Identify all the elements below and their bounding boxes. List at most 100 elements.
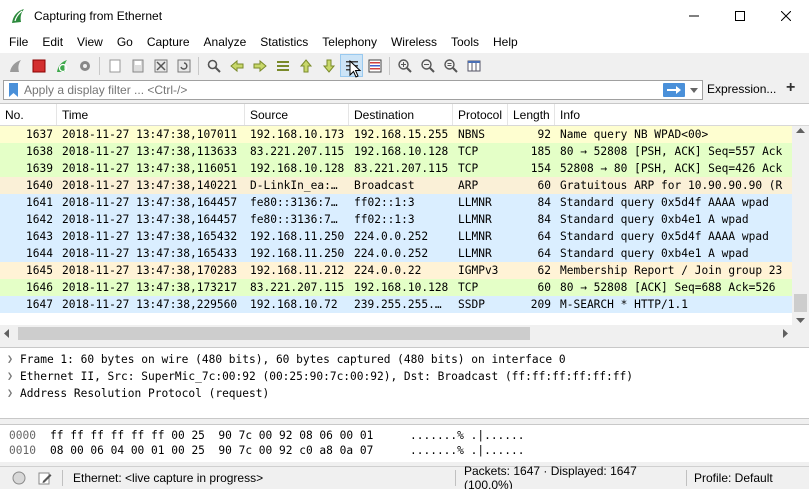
packet-cell-src: 83.221.207.115 bbox=[250, 281, 345, 294]
detail-row-frame[interactable]: ❯ Frame 1: 60 bytes on wire (480 bits), … bbox=[0, 351, 809, 368]
stop-capture-button[interactable] bbox=[27, 54, 50, 77]
menu-tools[interactable]: Tools bbox=[444, 31, 486, 53]
scrollbar-corner bbox=[792, 325, 809, 341]
expand-arrow-icon[interactable]: ❯ bbox=[0, 368, 20, 385]
capture-comment-button[interactable] bbox=[36, 469, 54, 487]
packet-cell-src: 192.168.10.128 bbox=[250, 162, 345, 175]
column-header-time[interactable]: Time bbox=[57, 104, 245, 125]
scroll-left-icon[interactable] bbox=[4, 329, 9, 338]
menu-view[interactable]: View bbox=[70, 31, 110, 53]
column-header-length[interactable]: Length bbox=[508, 104, 555, 125]
packet-cell-proto: LLMNR bbox=[458, 196, 492, 209]
packet-row[interactable]: 1640 2018-11-27 13:47:38,140221 D-LinkIn_e… bbox=[0, 177, 809, 194]
column-header-source[interactable]: Source bbox=[245, 104, 349, 125]
expand-arrow-icon[interactable]: ❯ bbox=[0, 385, 20, 402]
maximize-button[interactable] bbox=[717, 0, 763, 31]
go-forward-button[interactable] bbox=[248, 54, 271, 77]
packet-cell-time: 2018-11-27 13:47:38,107011 bbox=[62, 128, 238, 141]
packet-row[interactable]: 1642 2018-11-27 13:47:38,164457 fe80::3136… bbox=[0, 211, 809, 228]
vertical-scrollbar[interactable] bbox=[792, 126, 809, 325]
packet-row[interactable]: 1637 2018-11-27 13:47:38,107011 192.168.10… bbox=[0, 126, 809, 143]
normal-size-button[interactable] bbox=[439, 54, 462, 77]
packet-rows: 1637 2018-11-27 13:47:38,107011 192.168.10… bbox=[0, 126, 809, 313]
menu-analyze[interactable]: Analyze bbox=[197, 31, 254, 53]
title-bar: Capturing from Ethernet bbox=[0, 0, 809, 31]
bytes-ascii[interactable]: .......% .|...... bbox=[410, 443, 530, 458]
vertical-scroll-thumb[interactable] bbox=[794, 294, 807, 312]
detail-row-arp[interactable]: ❯ Address Resolution Protocol (request) bbox=[0, 385, 809, 402]
open-file-button[interactable] bbox=[103, 54, 126, 77]
shark-fin-icon bbox=[9, 59, 21, 72]
find-packet-button[interactable] bbox=[202, 54, 225, 77]
arrow-down-icon bbox=[322, 59, 335, 73]
packet-cell-info: Standard query 0xb4e1 A wpad bbox=[560, 213, 749, 226]
close-window-button[interactable] bbox=[763, 0, 809, 31]
packet-row[interactable]: 1641 2018-11-27 13:47:38,164457 fe80::3136… bbox=[0, 194, 809, 211]
capture-options-button[interactable] bbox=[73, 54, 96, 77]
packet-row[interactable]: 1643 2018-11-27 13:47:38,165432 192.168.11… bbox=[0, 228, 809, 245]
menu-go[interactable]: Go bbox=[110, 31, 140, 53]
first-packet-button[interactable] bbox=[294, 54, 317, 77]
packet-cell-time: 2018-11-27 13:47:38,140221 bbox=[62, 179, 238, 192]
packet-row[interactable]: 1638 2018-11-27 13:47:38,113633 83.221.207… bbox=[0, 143, 809, 160]
detail-row-ethernet[interactable]: ❯ Ethernet II, Src: SuperMic_7c:00:92 (0… bbox=[0, 368, 809, 385]
menu-help[interactable]: Help bbox=[486, 31, 525, 53]
packet-row[interactable]: 1639 2018-11-27 13:47:38,116051 192.168.10… bbox=[0, 160, 809, 177]
scroll-down-icon[interactable] bbox=[796, 318, 805, 323]
menu-capture[interactable]: Capture bbox=[140, 31, 197, 53]
expression-button[interactable]: Expression... bbox=[707, 82, 776, 96]
packet-cell-time: 2018-11-27 13:47:38,165432 bbox=[62, 230, 238, 243]
zoom-in-button[interactable] bbox=[393, 54, 416, 77]
packet-cell-no: 1638 bbox=[26, 145, 53, 158]
packet-cell-len: 60 bbox=[537, 179, 551, 192]
zoom-out-button[interactable] bbox=[416, 54, 439, 77]
packet-row[interactable]: 1645 2018-11-27 13:47:38,170283 192.168.11… bbox=[0, 262, 809, 279]
menu-statistics[interactable]: Statistics bbox=[253, 31, 315, 53]
bytes-hex[interactable]: 08 00 06 04 00 01 00 25 90 7c 00 92 c0 a… bbox=[50, 443, 410, 458]
bytes-ascii[interactable]: .......% .|...... bbox=[410, 428, 530, 443]
bytes-offset: 0010 bbox=[9, 444, 36, 457]
restart-capture-button[interactable] bbox=[50, 54, 73, 77]
add-filter-button[interactable]: + bbox=[786, 79, 795, 97]
close-file-button[interactable] bbox=[149, 54, 172, 77]
menu-file[interactable]: File bbox=[2, 31, 35, 53]
packet-row[interactable]: 1646 2018-11-27 13:47:38,173217 83.221.207… bbox=[0, 279, 809, 296]
go-back-button[interactable] bbox=[225, 54, 248, 77]
menu-telephony[interactable]: Telephony bbox=[315, 31, 384, 53]
bytes-hex[interactable]: ff ff ff ff ff ff 00 25 90 7c 00 92 08 0… bbox=[50, 428, 410, 443]
apply-filter-button[interactable] bbox=[663, 83, 685, 97]
minimize-button[interactable] bbox=[671, 0, 717, 31]
expand-arrow-icon[interactable]: ❯ bbox=[0, 351, 20, 368]
colorize-button[interactable] bbox=[363, 54, 386, 77]
packet-cell-info: Gratuitous ARP for 10.90.90.90 (R bbox=[560, 179, 783, 192]
packet-cell-time: 2018-11-27 13:47:38,164457 bbox=[62, 196, 238, 209]
reload-file-button[interactable] bbox=[172, 54, 195, 77]
toolbar-separator bbox=[389, 56, 390, 75]
column-header-no[interactable]: No. bbox=[0, 104, 57, 125]
packet-row[interactable]: 1644 2018-11-27 13:47:38,165433 192.168.11… bbox=[0, 245, 809, 262]
status-profile[interactable]: Profile: Default bbox=[694, 471, 773, 485]
resize-columns-button[interactable] bbox=[462, 54, 485, 77]
filter-history-dropdown[interactable] bbox=[688, 81, 700, 99]
last-packet-button[interactable] bbox=[317, 54, 340, 77]
column-header-protocol[interactable]: Protocol bbox=[453, 104, 508, 125]
expert-info-button[interactable] bbox=[10, 469, 28, 487]
save-file-button[interactable] bbox=[126, 54, 149, 77]
packet-cell-no: 1643 bbox=[26, 230, 53, 243]
column-header-destination[interactable]: Destination bbox=[349, 104, 453, 125]
packet-cell-src: 192.168.11.250 bbox=[250, 230, 345, 243]
display-filter-input[interactable] bbox=[20, 81, 663, 99]
go-to-packet-button[interactable] bbox=[271, 54, 294, 77]
column-header-info[interactable]: Info bbox=[555, 104, 789, 125]
menu-wireless[interactable]: Wireless bbox=[384, 31, 444, 53]
horizontal-scroll-thumb[interactable] bbox=[18, 327, 530, 340]
horizontal-scrollbar[interactable] bbox=[0, 325, 792, 341]
filter-bookmark-button[interactable] bbox=[6, 81, 20, 99]
packet-row[interactable]: 1647 2018-11-27 13:47:38,229560 192.168.10… bbox=[0, 296, 809, 313]
start-capture-button[interactable] bbox=[4, 54, 27, 77]
scroll-up-icon[interactable] bbox=[796, 128, 805, 133]
scroll-right-icon[interactable] bbox=[783, 329, 788, 338]
wireshark-fin-icon bbox=[12, 8, 24, 23]
packet-cell-dst: 192.168.15.255 bbox=[354, 128, 449, 141]
menu-edit[interactable]: Edit bbox=[35, 31, 70, 53]
